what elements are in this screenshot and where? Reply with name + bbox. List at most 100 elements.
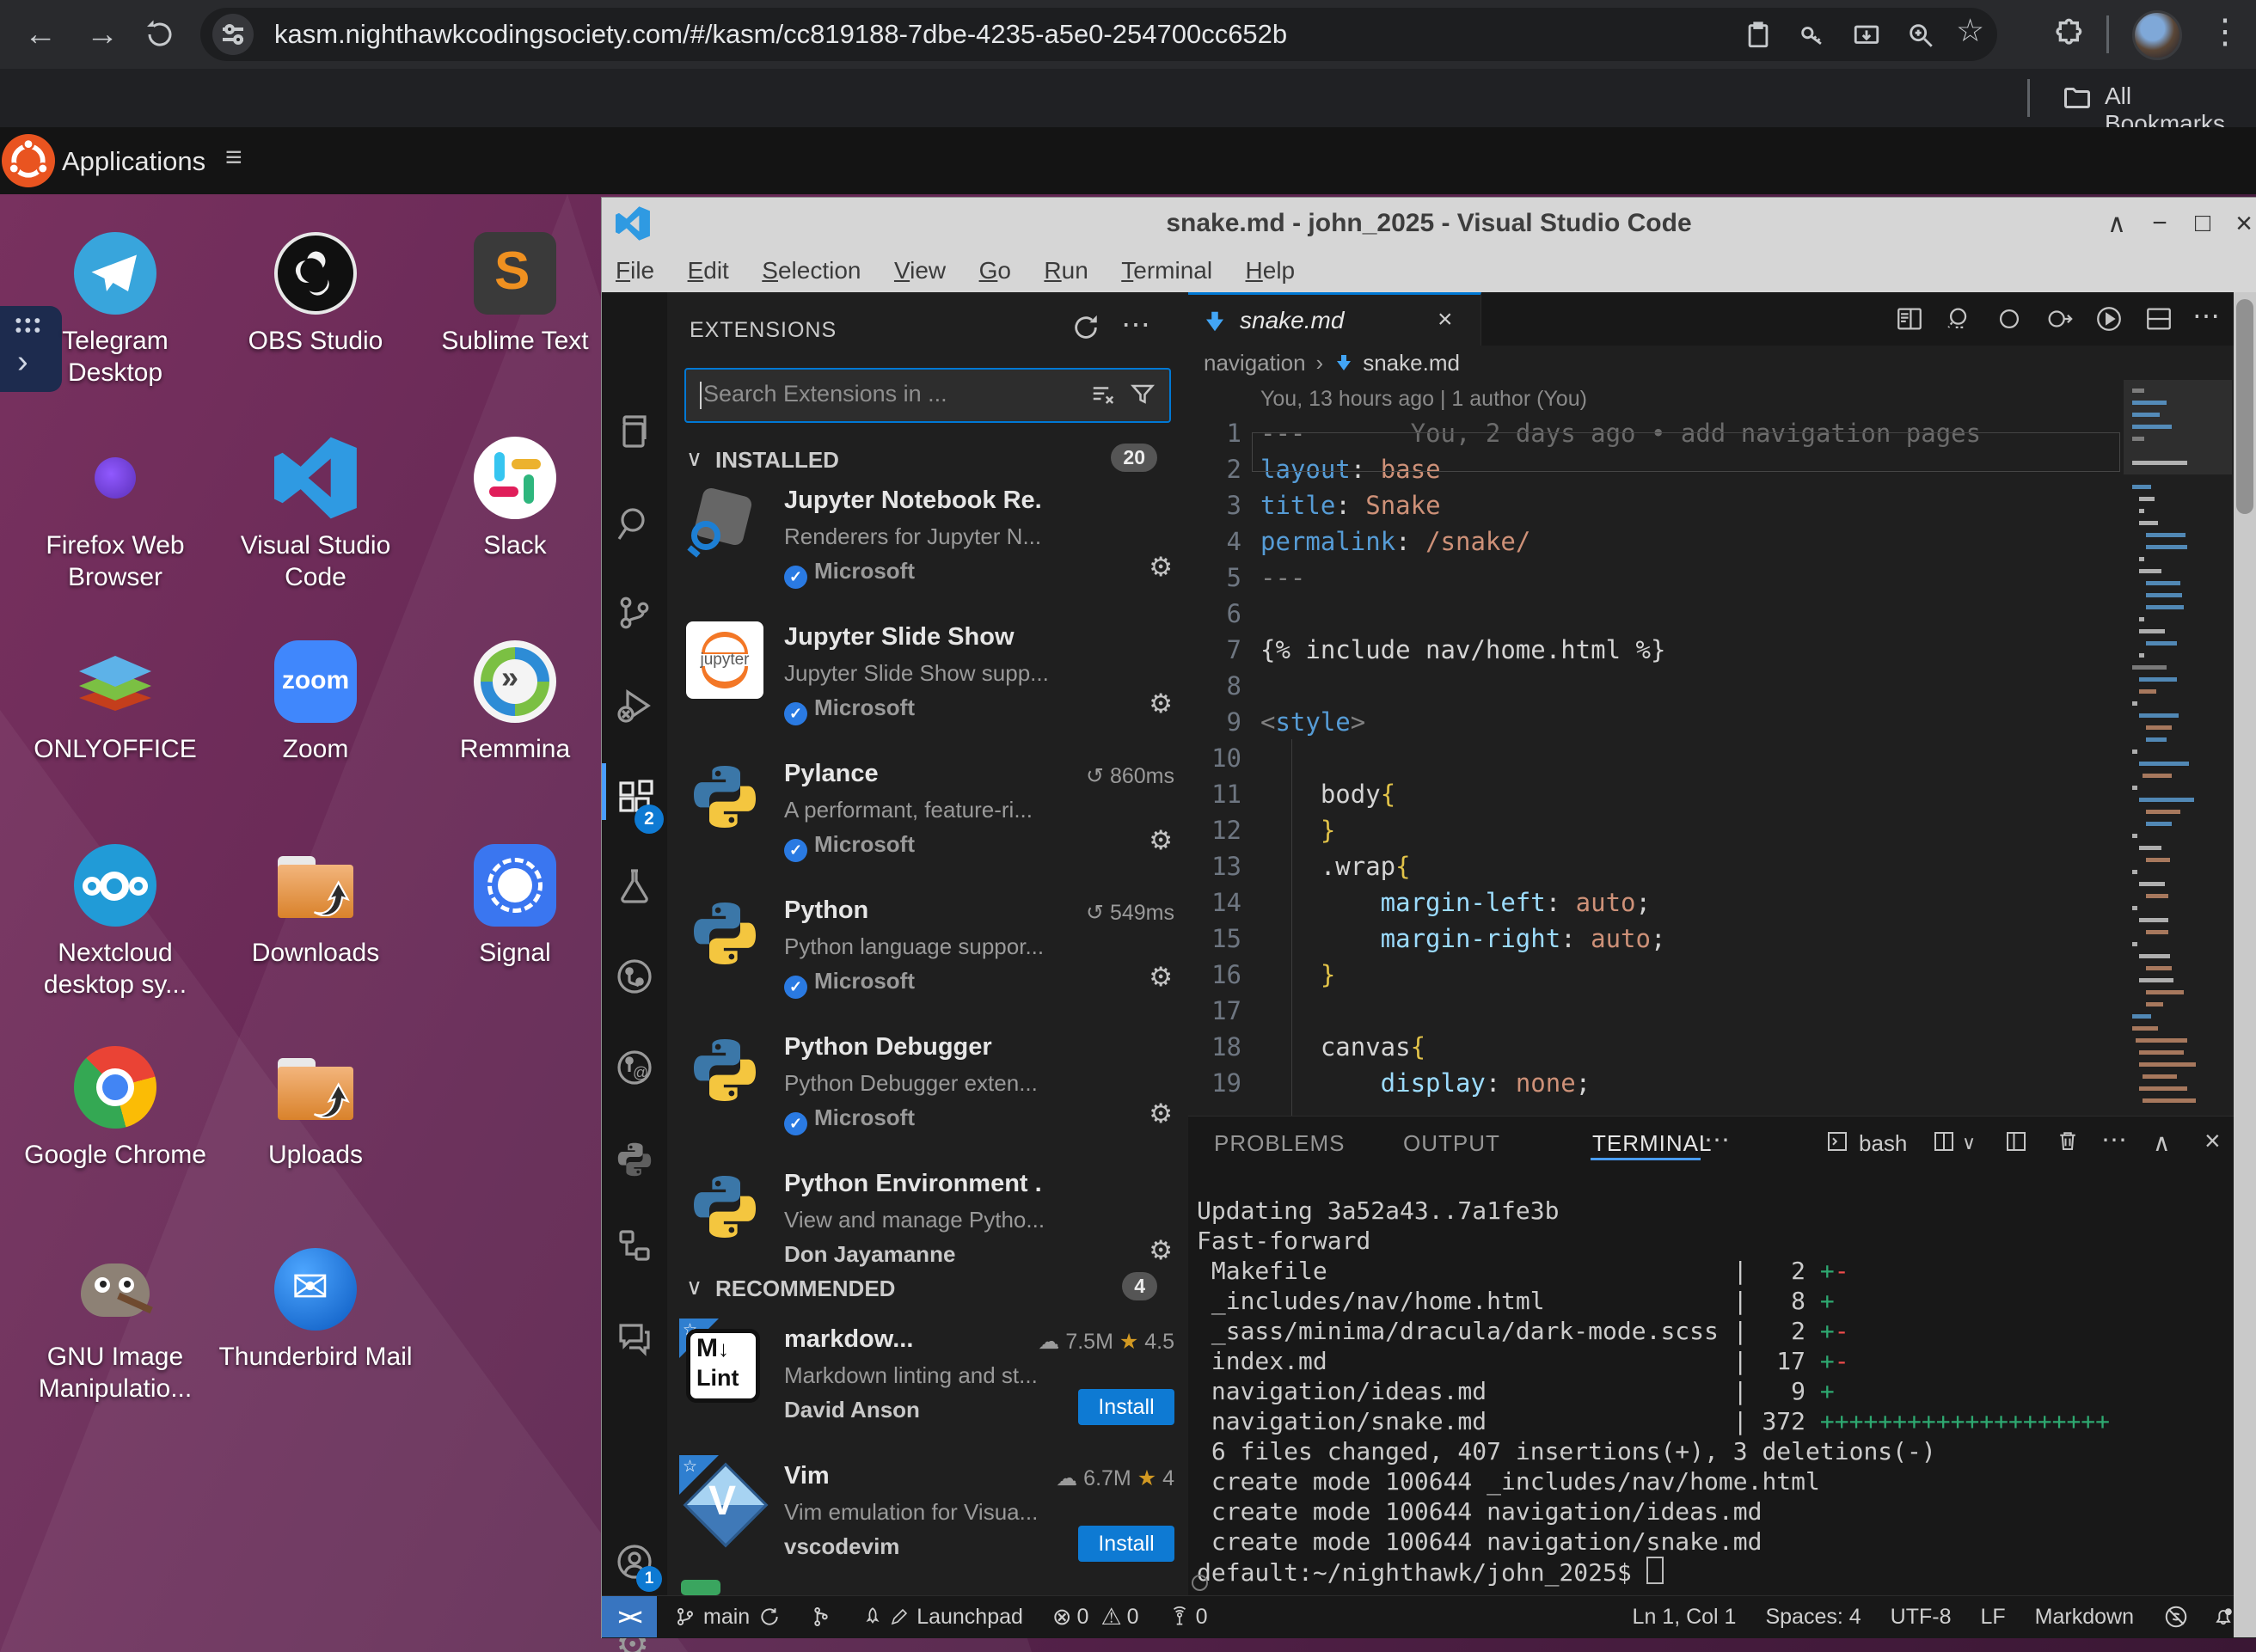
code-line[interactable]: 10 [1188,740,2124,776]
explorer-icon[interactable] [614,412,655,453]
filter-icon[interactable] [1130,382,1156,407]
testing-icon[interactable] [614,866,655,907]
minimize-button[interactable]: − [2141,209,2179,238]
code-line[interactable]: 3title: Snake [1188,487,2124,523]
notifications-bell-icon[interactable] [2211,1605,2235,1629]
menu-terminal[interactable]: Terminal [1121,257,1212,285]
menu-help[interactable]: Help [1246,257,1296,285]
search-icon[interactable] [614,503,655,544]
extension-item[interactable]: jupyter Jupyter Slide Show Jupyter Slide… [667,615,1188,751]
back-icon[interactable]: ← [24,0,57,69]
desktop-icon-zoom[interactable]: zoom Zoom [218,640,414,765]
install-button[interactable]: Install [1078,1526,1174,1562]
code-line[interactable]: 16 } [1188,957,2124,993]
panel-more-icon[interactable]: ⋯ [2101,1125,2127,1155]
menu-view[interactable]: View [894,257,946,285]
reload-icon[interactable] [144,19,175,50]
code-line[interactable]: 15 margin-right: auto; [1188,921,2124,957]
cursor-position[interactable]: Ln 1, Col 1 [1633,1605,1737,1630]
comments-icon[interactable] [614,1319,655,1360]
codelens-blame[interactable]: You, 13 hours ago | 1 author (You) [1260,387,2124,412]
eol[interactable]: LF [1980,1605,2005,1630]
installed-section-header[interactable]: ∨ INSTALLED 20 [667,444,1188,478]
editor-more-icon[interactable]: ⋯ [2192,299,2220,332]
extension-gear-icon[interactable]: ⚙ [1149,825,1173,856]
previous-change-icon[interactable] [1995,304,2024,333]
maximize-button[interactable]: □ [2184,209,2222,238]
menu-edit[interactable]: Edit [688,257,729,285]
problems-status[interactable]: ⊗0 ⚠0 [1052,1604,1139,1631]
run-debug-icon[interactable] [614,685,655,726]
ports-status[interactable]: 0 [1168,1605,1208,1630]
code-line[interactable]: 9<style> [1188,704,2124,740]
run-file-icon[interactable] [2094,304,2124,333]
desktop-icon-uploads[interactable]: Uploads [218,1046,414,1171]
clear-filter-icon[interactable] [1090,382,1116,407]
screen-reader-off-icon[interactable] [2163,1604,2189,1630]
panel-more-icon[interactable]: ⋯ [1121,308,1150,342]
extension-gear-icon[interactable]: ⚙ [1149,688,1173,719]
desktop-icon-chrome[interactable]: Google Chrome [17,1046,213,1171]
menu-selection[interactable]: Selection [762,257,861,285]
desktop-icon-thunderbird[interactable]: ✉ Thunderbird Mail [218,1248,414,1373]
desktop-icon-remmina[interactable]: » Remmina [417,640,613,765]
tab-terminal[interactable]: TERMINAL [1592,1130,1712,1157]
extension-item[interactable]: Pylance ↺ 860ms A performant, feature-ri… [667,751,1188,888]
desktop-icon-obs[interactable]: OBS Studio [218,232,414,357]
launch-profile-chevron[interactable]: ∨ [1962,1132,1976,1154]
forward-icon[interactable]: → [86,0,119,69]
desktop-icon-nextcloud[interactable]: Nextcloud desktop sy... [17,844,213,1000]
code-line[interactable]: 5--- [1188,560,2124,596]
extension-gear-icon[interactable]: ⚙ [1149,1235,1173,1266]
zoom-icon[interactable] [1906,21,1935,50]
extensions-puzzle-icon[interactable] [2053,17,2087,52]
code-line[interactable]: 19 display: none; [1188,1065,2124,1101]
bookmark-star-icon[interactable]: ☆ [1956,12,1984,49]
org-hierarchy-icon[interactable] [614,1225,655,1266]
code-line[interactable]: 13 .wrap{ [1188,848,2124,884]
desktop-icon-signal[interactable]: Signal [417,844,613,969]
breadcrumb-file[interactable]: snake.md [1363,350,1460,376]
code-line[interactable]: 14 margin-left: auto; [1188,884,2124,921]
desktop-icon-onlyoffice[interactable]: ONLYOFFICE [17,640,213,765]
menu-go[interactable]: Go [979,257,1011,285]
launchpad-button[interactable]: Launchpad [861,1605,1023,1630]
terminal-output[interactable]: Updating 3a52a43..7a1fe3bFast-forward Ma… [1197,1196,2110,1587]
python-view-icon[interactable] [614,1139,655,1180]
extension-item[interactable]: Python ↺ 549ms Python language suppor...… [667,888,1188,1025]
clipboard-icon[interactable] [1744,21,1773,50]
install-button[interactable]: Install [1078,1389,1174,1425]
page-scrollbar-thumb[interactable] [2236,299,2253,514]
source-control-icon[interactable] [614,592,655,633]
close-panel-icon[interactable]: × [2204,1125,2221,1157]
remote-indicator[interactable]: >< [602,1596,657,1637]
shell-name[interactable]: bash [1859,1130,1907,1157]
desktop-icon-sublime[interactable]: S Sublime Text [417,232,613,357]
code-line[interactable]: 8 [1188,668,2124,704]
split-editor-icon[interactable] [2144,304,2173,333]
menu-run[interactable]: Run [1044,257,1088,285]
tab-output[interactable]: OUTPUT [1403,1130,1500,1157]
url-bar[interactable]: kasm.nighthawkcodingsociety.com/#/kasm/c… [200,8,1997,61]
cast-download-icon[interactable] [1852,21,1881,50]
applications-hamburger-icon[interactable]: ≡ [225,141,242,174]
ubuntu-logo[interactable] [2,134,55,187]
password-key-icon[interactable] [1798,21,1827,50]
extension-item-recommended[interactable]: ☆ M↓ Lint markdow... ☁ 7.5M ★ 4.5 Markdo… [667,1317,1188,1453]
panel-layout-icon[interactable] [2003,1129,2029,1154]
sync-icon[interactable] [758,1606,781,1628]
split-terminal-icon[interactable] [1931,1129,1957,1154]
encoding[interactable]: UTF-8 [1891,1605,1952,1630]
extension-item-recommended[interactable]: ☆ V Vim ☁ 6.7M ★ 4 Vim emulation for Vis… [667,1453,1188,1590]
url-text[interactable]: kasm.nighthawkcodingsociety.com/#/kasm/c… [274,8,1287,61]
refresh-icon[interactable] [1071,313,1100,342]
code-line[interactable]: 12 } [1188,812,2124,848]
panel-tabs-more-icon[interactable]: ⋯ [1704,1125,1730,1155]
gitlens-annotate-icon[interactable] [1945,304,1974,333]
vscode-titlebar[interactable]: snake.md - john_2025 - Visual Studio Cod… [602,198,2256,249]
desktop-icon-slack[interactable]: Slack [417,437,613,561]
extension-gear-icon[interactable]: ⚙ [1149,552,1173,583]
site-settings-icon[interactable] [212,14,254,55]
profile-avatar[interactable] [2132,10,2182,60]
branch-status[interactable]: main [674,1605,781,1630]
